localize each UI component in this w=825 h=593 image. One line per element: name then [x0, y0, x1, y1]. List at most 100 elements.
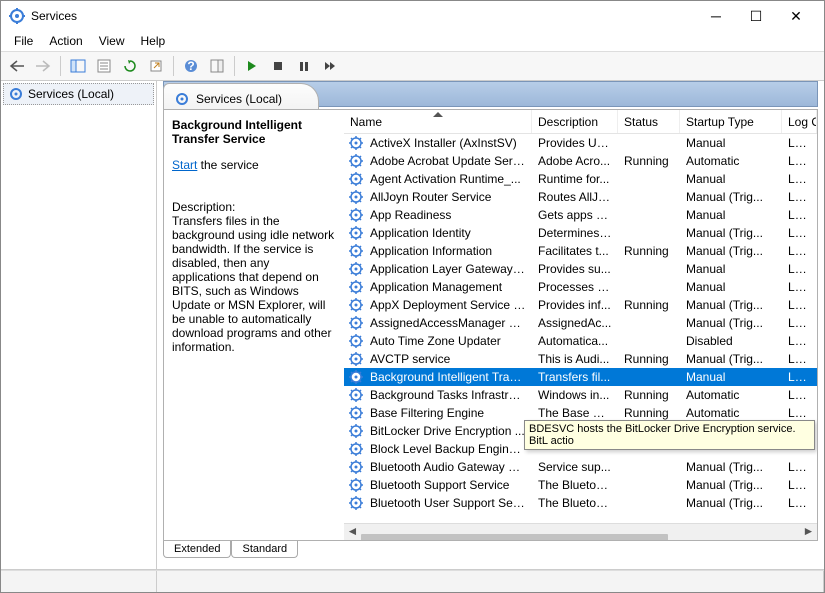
console-tree[interactable]: Services (Local) — [1, 81, 157, 569]
pause-service-button[interactable] — [292, 54, 316, 78]
cell-log-on: Local Sy — [782, 298, 817, 312]
cell-startup-type: Manual — [680, 136, 782, 150]
cell-description: This is Audi... — [532, 352, 618, 366]
column-description[interactable]: Description — [532, 110, 618, 133]
view-tabs: ExtendedStandard — [163, 541, 818, 563]
cell-startup-type: Manual (Trig... — [680, 190, 782, 204]
window-title: Services — [31, 9, 696, 23]
service-row[interactable]: Application ManagementProcesses in...Man… — [344, 278, 817, 296]
scroll-thumb[interactable] — [361, 534, 668, 540]
forward-button[interactable] — [31, 54, 55, 78]
cell-description: The Base Fil... — [532, 406, 618, 420]
cell-name: Background Intelligent Tran... — [364, 370, 532, 384]
cell-startup-type: Manual (Trig... — [680, 226, 782, 240]
service-row[interactable]: Application Layer Gateway ...Provides su… — [344, 260, 817, 278]
svg-text:?: ? — [187, 59, 194, 73]
column-log-on[interactable]: Log On — [782, 110, 817, 133]
column-status[interactable]: Status — [618, 110, 680, 133]
column-name[interactable]: Name — [344, 110, 532, 133]
selected-service-title: Background Intelligent Transfer Service — [172, 118, 336, 146]
rows-container[interactable]: ActiveX Installer (AxInstSV)Provides Us.… — [344, 134, 817, 523]
maximize-button[interactable]: ☐ — [736, 2, 776, 30]
service-row[interactable]: Bluetooth Support ServiceThe Bluetoo...M… — [344, 476, 817, 494]
cell-startup-type: Automatic — [680, 154, 782, 168]
show-hide-console-tree-button[interactable] — [66, 54, 90, 78]
service-row[interactable]: Bluetooth User Support Ser...The Bluetoo… — [344, 494, 817, 512]
horizontal-scrollbar[interactable]: ◄ ► — [344, 523, 817, 540]
service-row[interactable]: ActiveX Installer (AxInstSV)Provides Us.… — [344, 134, 817, 152]
help-button[interactable]: ? — [179, 54, 203, 78]
app-icon — [9, 8, 25, 24]
cell-name: AllJoyn Router Service — [364, 190, 532, 204]
cell-description: Gets apps re... — [532, 208, 618, 222]
scroll-right-button[interactable]: ► — [800, 524, 817, 541]
cell-name: App Readiness — [364, 208, 532, 222]
cell-startup-type: Manual (Trig... — [680, 316, 782, 330]
service-row[interactable]: Background Intelligent Tran...Transfers … — [344, 368, 817, 386]
minimize-button[interactable]: ─ — [696, 2, 736, 30]
restart-service-button[interactable] — [318, 54, 342, 78]
cell-description: Transfers fil... — [532, 370, 618, 384]
service-row[interactable]: AssignedAccessManager Se...AssignedAc...… — [344, 314, 817, 332]
service-row[interactable]: AllJoyn Router ServiceRoutes AllJo...Man… — [344, 188, 817, 206]
cell-status: Running — [618, 406, 680, 420]
cell-status: Running — [618, 388, 680, 402]
cell-name: Auto Time Zone Updater — [364, 334, 532, 348]
cell-name: Bluetooth User Support Ser... — [364, 496, 532, 510]
cell-name: Application Management — [364, 280, 532, 294]
start-service-link[interactable]: Start — [172, 158, 197, 172]
cell-log-on: Local Sy — [782, 208, 817, 222]
service-row[interactable]: Adobe Acrobat Update Serv...Adobe Acro..… — [344, 152, 817, 170]
refresh-button[interactable] — [118, 54, 142, 78]
back-button[interactable] — [5, 54, 29, 78]
service-row[interactable]: Application IdentityDetermines ...Manual… — [344, 224, 817, 242]
service-row[interactable]: AppX Deployment Service (...Provides inf… — [344, 296, 817, 314]
detail-pane: Background Intelligent Transfer Service … — [164, 110, 344, 540]
cell-name: AVCTP service — [364, 352, 532, 366]
service-row[interactable]: Bluetooth Audio Gateway S...Service sup.… — [344, 458, 817, 476]
cell-startup-type: Manual — [680, 370, 782, 384]
service-row[interactable]: Application InformationFacilitates t...R… — [344, 242, 817, 260]
services-list[interactable]: Name Description Status Startup Type Log… — [344, 110, 817, 540]
menu-file[interactable]: File — [7, 31, 40, 51]
tree-item-services-local[interactable]: Services (Local) — [3, 83, 154, 105]
cell-log-on: Local Se — [782, 460, 817, 474]
cell-name: Block Level Backup Engine ... — [364, 442, 532, 456]
cell-description: The Bluetoo... — [532, 478, 618, 492]
tab-extended[interactable]: Extended — [163, 541, 231, 558]
menu-action[interactable]: Action — [42, 31, 89, 51]
close-button[interactable]: ✕ — [776, 2, 816, 30]
menu-view[interactable]: View — [92, 31, 132, 51]
sort-ascending-icon — [433, 112, 443, 117]
cell-startup-type: Manual — [680, 280, 782, 294]
cell-name: Adobe Acrobat Update Serv... — [364, 154, 532, 168]
scroll-left-button[interactable]: ◄ — [344, 524, 361, 541]
cell-log-on: Local Se — [782, 226, 817, 240]
export-list-button[interactable] — [144, 54, 168, 78]
cell-name: Application Layer Gateway ... — [364, 262, 532, 276]
properties-button[interactable] — [92, 54, 116, 78]
menu-bar: File Action View Help — [1, 31, 824, 51]
cell-name: Base Filtering Engine — [364, 406, 532, 420]
stop-service-button[interactable] — [266, 54, 290, 78]
cell-description: Adobe Acro... — [532, 154, 618, 168]
tab-services-local[interactable]: Services (Local) — [163, 83, 319, 109]
tab-standard[interactable]: Standard — [231, 541, 298, 558]
column-startup-type[interactable]: Startup Type — [680, 110, 782, 133]
cell-startup-type: Automatic — [680, 406, 782, 420]
service-row[interactable]: AVCTP serviceThis is Audi...RunningManua… — [344, 350, 817, 368]
service-row[interactable]: Auto Time Zone UpdaterAutomatica...Disab… — [344, 332, 817, 350]
cell-startup-type: Manual — [680, 262, 782, 276]
menu-help[interactable]: Help — [134, 31, 173, 51]
cell-description: The Bluetoo... — [532, 496, 618, 510]
action-pane-button[interactable] — [205, 54, 229, 78]
service-row[interactable]: App ReadinessGets apps re...ManualLocal … — [344, 206, 817, 224]
start-service-button[interactable] — [240, 54, 264, 78]
cell-description: AssignedAc... — [532, 316, 618, 330]
cell-startup-type: Manual (Trig... — [680, 352, 782, 366]
tree-item-label: Services (Local) — [28, 87, 114, 101]
cell-startup-type: Disabled — [680, 334, 782, 348]
service-row[interactable]: Agent Activation Runtime_...Runtime for.… — [344, 170, 817, 188]
service-row[interactable]: Background Tasks Infrastruc...Windows in… — [344, 386, 817, 404]
cell-log-on: Local Se — [782, 262, 817, 276]
